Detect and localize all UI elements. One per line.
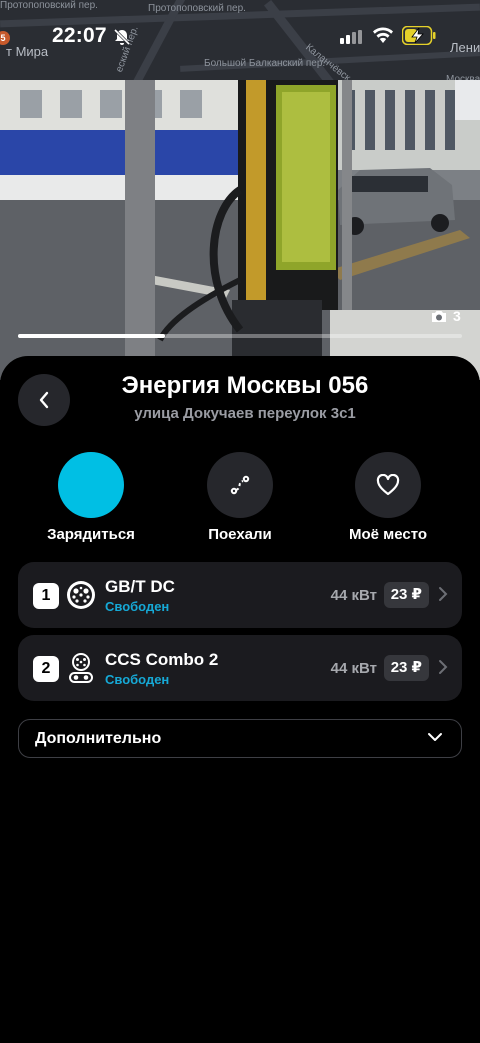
map-label: Протопоповский пер. — [148, 3, 246, 14]
route-action-circle[interactable] — [207, 452, 273, 518]
charge-action-label: Зарядиться — [47, 526, 135, 543]
gallery-progress-fill — [18, 334, 165, 338]
more-info-expander[interactable]: Дополнительно — [18, 719, 462, 758]
camera-icon — [432, 310, 446, 322]
connector-price: 23 ₽ — [383, 655, 429, 681]
wifi-icon — [373, 27, 393, 43]
connector-row[interactable]: 1 GB/T DC Свободен 44 кВт 23 ₽ — [18, 562, 462, 628]
gbt-plug-icon — [67, 581, 95, 609]
status-bar: 22:07 — [0, 20, 480, 52]
route-action-label: Поехали — [208, 526, 272, 543]
route-action-button[interactable]: Поехали — [170, 452, 310, 543]
bell-off-icon — [113, 28, 131, 46]
bolt-icon — [91, 485, 92, 486]
more-info-label: Дополнительно — [35, 730, 162, 747]
connector-power: 44 кВт — [330, 660, 377, 677]
connector-number: 1 — [33, 583, 59, 609]
map-label: Протопоповский пер. — [0, 0, 98, 11]
ccs-plug-icon — [69, 653, 93, 683]
connector-name: CCS Combo 2 — [105, 650, 219, 669]
connector-row[interactable]: 2 CCS Combo 2 Свободен 44 кВт 23 ₽ — [18, 635, 462, 701]
charge-action-button[interactable]: Зарядиться — [21, 452, 161, 543]
gallery-progress — [18, 334, 462, 338]
photo-count[interactable]: 3 — [431, 307, 461, 325]
map-label: Большой Балканский пер. — [204, 58, 326, 69]
connector-status: Свободен — [105, 599, 170, 614]
chevron-right-icon — [439, 660, 448, 674]
battery-charging-icon — [402, 26, 436, 45]
heart-icon — [376, 474, 400, 496]
connector-price: 23 ₽ — [383, 582, 429, 608]
station-title: Энергия Москвы 056 — [121, 372, 369, 399]
favorite-action-circle[interactable] — [355, 452, 421, 518]
chevron-down-icon — [428, 733, 442, 741]
connector-number: 2 — [33, 656, 59, 682]
connector-status: Свободен — [105, 672, 170, 687]
connector-power: 44 кВт — [330, 587, 377, 604]
connector-name: GB/T DC — [105, 577, 175, 596]
station-address: улица Докучаев переулок 3с1 — [134, 405, 356, 422]
route-icon — [230, 475, 250, 495]
charge-action-circle[interactable] — [58, 452, 124, 518]
chevron-right-icon — [439, 587, 448, 601]
favorite-action-button[interactable]: Моё место — [318, 452, 458, 543]
photo-count-value: 3 — [453, 308, 461, 324]
signal-icon — [340, 30, 362, 44]
favorite-action-label: Моё место — [348, 526, 428, 543]
status-time: 22:07 — [52, 24, 107, 47]
